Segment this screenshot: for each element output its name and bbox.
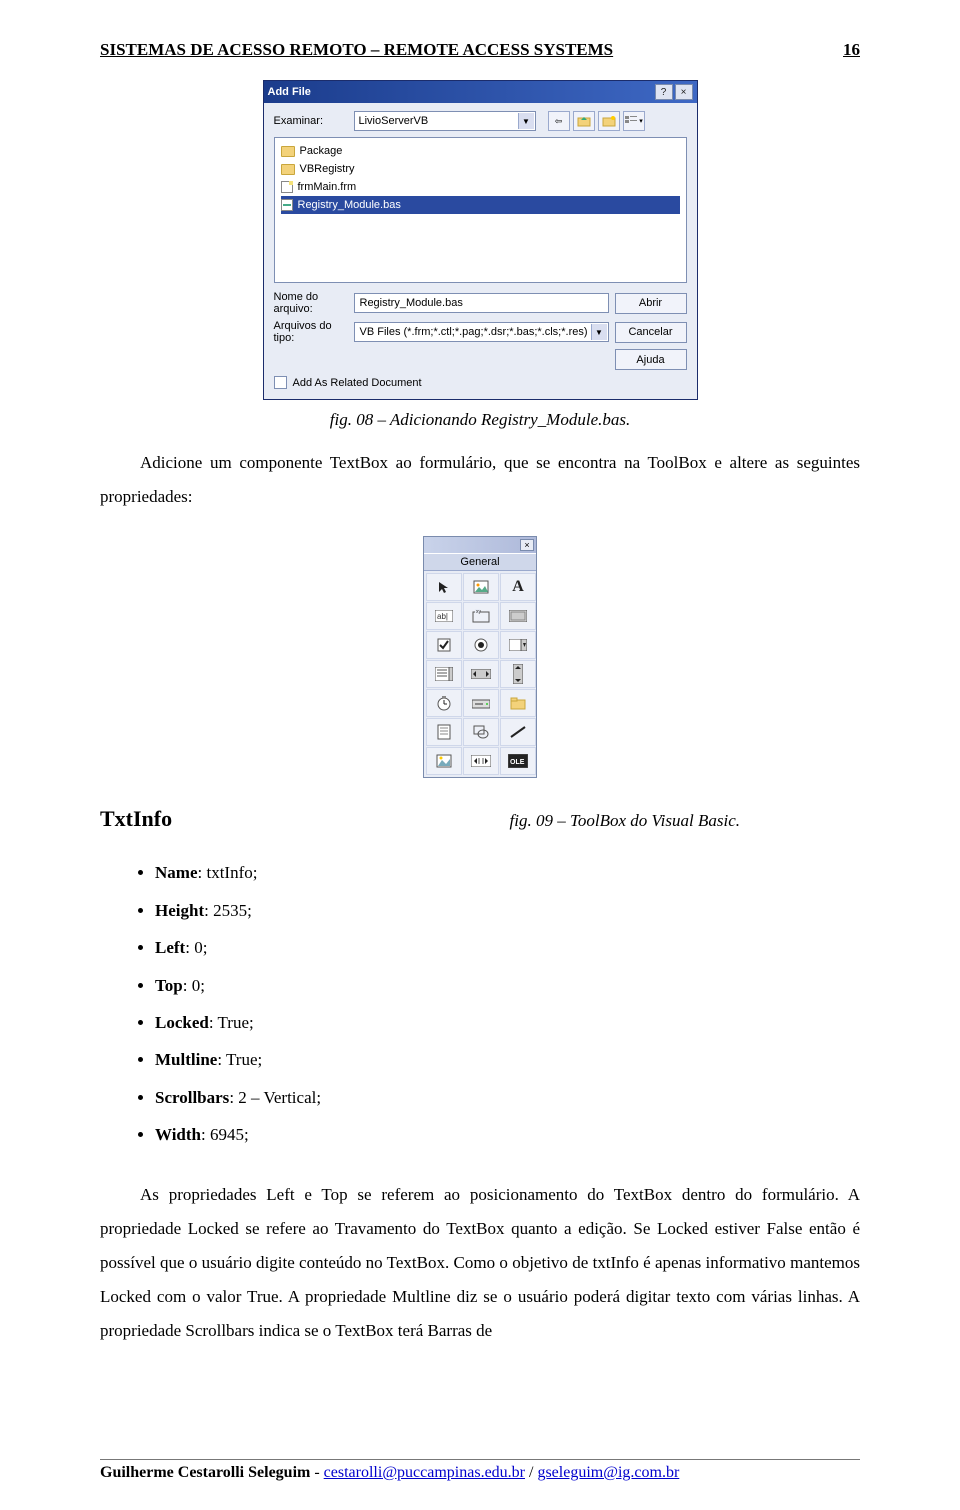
optionbutton-icon[interactable] (463, 631, 499, 659)
list-views-icon[interactable]: ▾ (623, 111, 645, 131)
page-header-number: 16 (843, 40, 860, 60)
toolbox-category[interactable]: General (424, 553, 536, 571)
combobox-icon[interactable] (500, 631, 536, 659)
filetype-value: VB Files (*.frm;*.ctl;*.pag;*.dsr;*.bas;… (360, 326, 588, 338)
list-item: Top: 0; (155, 967, 860, 1004)
vb-toolbox: × General A ab| xy OLE (423, 536, 537, 778)
drivelistbox-icon[interactable] (463, 689, 499, 717)
body-paragraph-2: As propriedades Left e Top se referem ao… (100, 1178, 860, 1348)
folder-icon (281, 146, 295, 157)
shape-icon[interactable] (463, 718, 499, 746)
svg-text:xy: xy (476, 609, 482, 615)
module-file-icon (281, 199, 293, 211)
timer-icon[interactable] (426, 689, 462, 717)
list-item-selected[interactable]: Registry_Module.bas (281, 196, 680, 214)
list-item: Name: txtInfo; (155, 854, 860, 891)
picturebox-icon[interactable] (463, 573, 499, 601)
folder-up-svg (577, 115, 591, 127)
section-heading-txtinfo: TxtInfo (100, 806, 172, 832)
property-list: Name: txtInfo; Height: 2535; Left: 0; To… (100, 854, 860, 1153)
page-header: SISTEMAS DE ACESSO REMOTO – REMOTE ACCES… (100, 40, 860, 60)
cancel-button[interactable]: Cancelar (615, 322, 687, 343)
filename-input[interactable]: Registry_Module.bas (354, 293, 609, 313)
svg-text:ab|: ab| (437, 612, 448, 621)
related-doc-checkbox[interactable] (274, 376, 287, 389)
new-folder-icon[interactable] (598, 111, 620, 131)
vscrollbar-icon[interactable] (500, 660, 536, 688)
svg-text:OLE: OLE (510, 759, 525, 766)
filetype-label: Arquivos do tipo: (274, 320, 348, 344)
list-item: Scrollbars: 2 – Vertical; (155, 1079, 860, 1116)
back-arrow-icon[interactable]: ⇦ (548, 111, 570, 131)
list-item[interactable]: VBRegistry (281, 160, 680, 178)
dialog-titlebar: Add File ? × (264, 81, 697, 103)
figure-addfile: Add File ? × Examinar: LivioServerVB ▼ ⇦ (100, 80, 860, 400)
list-item[interactable]: Package (281, 142, 680, 160)
label-icon[interactable]: A (500, 573, 536, 601)
related-doc-label: Add As Related Document (293, 377, 422, 389)
list-item: Locked: True; (155, 1004, 860, 1041)
figure-caption-09: fig. 09 – ToolBox do Visual Basic. (510, 811, 740, 831)
list-item: Multline: True; (155, 1041, 860, 1078)
dialog-close-button[interactable]: × (675, 84, 693, 100)
commandbutton-icon[interactable] (500, 602, 536, 630)
dialog-help-button[interactable]: ? (655, 84, 673, 100)
list-item[interactable]: frmMain.frm (281, 178, 680, 196)
help-button[interactable]: Ajuda (615, 349, 687, 370)
list-item-label: Registry_Module.bas (298, 199, 401, 211)
chevron-down-icon: ▼ (518, 113, 534, 129)
filetype-combo[interactable]: VB Files (*.frm;*.ctl;*.pag;*.dsr;*.bas;… (354, 322, 609, 342)
list-item-label: frmMain.frm (298, 181, 357, 193)
pointer-icon[interactable] (426, 573, 462, 601)
examine-combo[interactable]: LivioServerVB ▼ (354, 111, 536, 131)
toolbox-head: × (424, 537, 536, 553)
examine-value: LivioServerVB (359, 115, 429, 127)
list-item: Width: 6945; (155, 1116, 860, 1153)
list-item: Height: 2535; (155, 892, 860, 929)
footer-email-1[interactable]: cestarolli@puccampinas.edu.br (324, 1464, 525, 1481)
filelistbox-icon[interactable] (426, 718, 462, 746)
list-item: Left: 0; (155, 929, 860, 966)
image-icon[interactable] (426, 747, 462, 775)
dirlistbox-icon[interactable] (500, 689, 536, 717)
folder-icon (281, 164, 295, 175)
textbox-icon[interactable]: ab| (426, 602, 462, 630)
ole-icon[interactable]: OLE (500, 747, 536, 775)
dialog-title: Add File (268, 86, 311, 98)
file-listbox[interactable]: Package VBRegistry frmMain.frm Registry_… (274, 137, 687, 283)
footer-email-2[interactable]: gseleguim@ig.com.br (537, 1464, 679, 1481)
chevron-down-icon: ▼ (591, 324, 607, 340)
figure-caption-08: fig. 08 – Adicionando Registry_Module.ba… (100, 410, 860, 430)
page-footer: Guilherme Cestarolli Seleguim - cestarol… (100, 1459, 860, 1482)
addfile-dialog: Add File ? × Examinar: LivioServerVB ▼ ⇦ (263, 80, 698, 400)
footer-author: Guilherme Cestarolli Seleguim (100, 1464, 310, 1481)
listbox-icon[interactable] (426, 660, 462, 688)
line-icon[interactable] (500, 718, 536, 746)
figure-toolbox: × General A ab| xy OLE (100, 536, 860, 778)
toolbox-grid: A ab| xy OLE (424, 571, 536, 777)
checkbox-icon[interactable] (426, 631, 462, 659)
data-icon[interactable] (463, 747, 499, 775)
list-item-label: VBRegistry (300, 163, 355, 175)
page-header-title: SISTEMAS DE ACESSO REMOTO – REMOTE ACCES… (100, 40, 613, 60)
folder-new-svg (602, 115, 616, 127)
list-item-label: Package (300, 145, 343, 157)
form-file-icon (281, 181, 293, 193)
examine-label: Examinar: (274, 115, 348, 127)
help-icon: ? (661, 87, 667, 98)
hscrollbar-icon[interactable] (463, 660, 499, 688)
views-svg (624, 115, 638, 127)
toolbox-close-button[interactable]: × (520, 539, 534, 551)
close-icon: × (681, 87, 687, 98)
filename-value: Registry_Module.bas (360, 297, 463, 309)
body-paragraph-1: Adicione um componente TextBox ao formul… (100, 446, 860, 514)
open-button[interactable]: Abrir (615, 293, 687, 314)
close-icon: × (524, 540, 529, 550)
frame-icon[interactable]: xy (463, 602, 499, 630)
up-folder-icon[interactable] (573, 111, 595, 131)
filename-label: Nome do arquivo: (274, 291, 348, 315)
